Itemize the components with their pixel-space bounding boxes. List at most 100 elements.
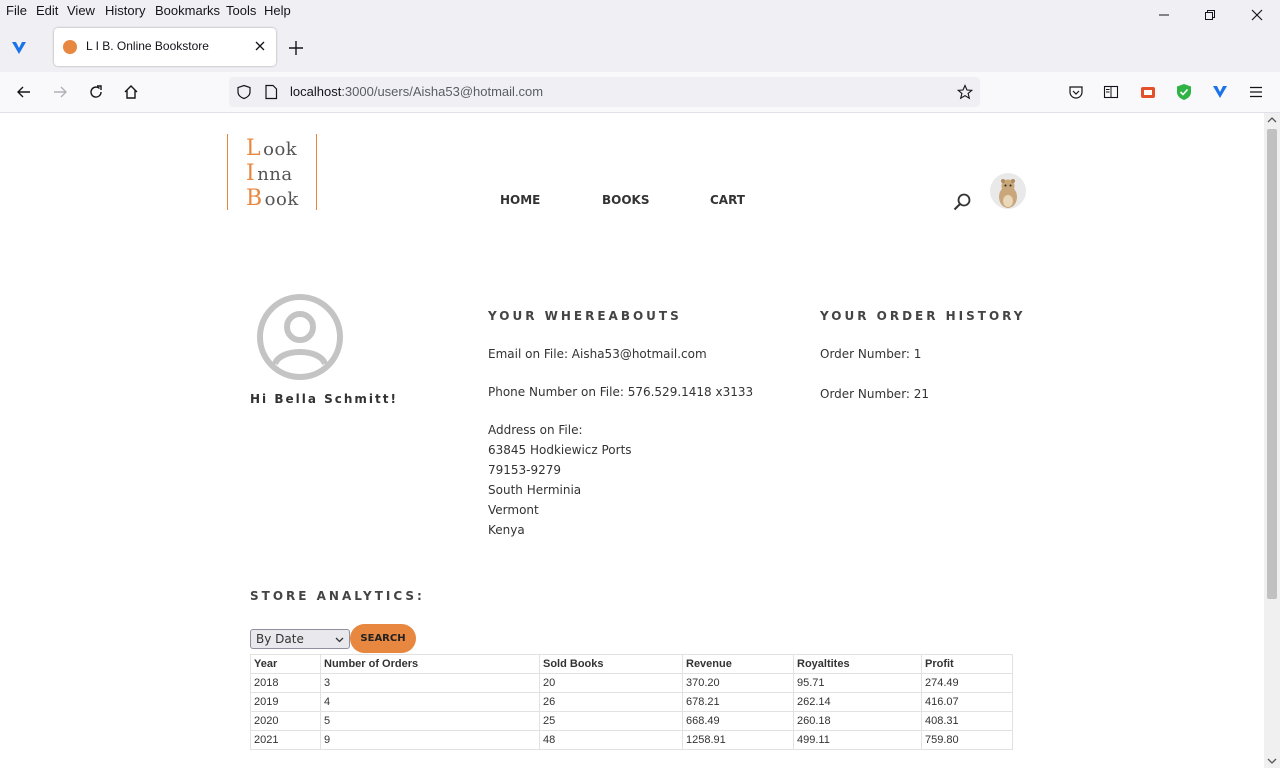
new-tab-icon[interactable] [286,38,306,58]
user-greeting: Hi Bella Schmitt! [250,392,398,406]
nav-books-link[interactable]: BOOKS [602,193,650,207]
navigation-bar: localhost:3000/users/Aisha53@hotmail.com [0,72,1280,113]
hamburger-menu-icon[interactable] [1248,84,1264,100]
column-header: Revenue [682,654,794,674]
restore-icon [1205,10,1215,20]
table-row: 2020 5 25 668.49 260.18 408.31 [250,711,1013,731]
table-cell: 2021 [250,730,321,750]
table-cell: 48 [539,730,683,750]
site-logo[interactable]: Look Inna Book [227,134,317,211]
extension-icon[interactable] [11,41,27,55]
analytics-search-button[interactable]: SEARCH [350,624,416,653]
page-viewport: Look Inna Book HOME BOOKS CART Hi Bella … [0,113,1264,768]
url-text[interactable]: localhost:3000/users/Aisha53@hotmail.com [290,84,543,99]
shield-icon[interactable] [236,84,252,100]
page-icon[interactable] [264,84,278,100]
minimize-icon [1159,14,1169,16]
shield-check-extension-icon[interactable] [1176,83,1192,101]
table-cell: 5 [320,711,540,731]
table-cell: 2020 [250,711,321,731]
address-line: 63845 Hodkiewicz Ports [488,443,632,457]
analytics-table: Year Number of Orders Sold Books Revenue… [250,654,1013,750]
logo-line-look: Look [246,136,297,161]
column-header: Profit [921,654,1013,674]
star-bookmark-icon[interactable] [957,84,973,100]
table-cell: 95.71 [793,673,922,693]
menu-view[interactable]: View [67,3,95,18]
url-path: :3000/users/Aisha53@hotmail.com [341,84,544,99]
table-cell: 9 [320,730,540,750]
logo-cap-b: B [246,186,263,211]
hamster-avatar-icon [999,179,1017,208]
url-host: localhost [290,84,342,99]
chevron-down-icon [335,637,344,643]
column-header: Sold Books [539,654,683,674]
address-line: Kenya [488,523,525,537]
whereabouts-heading: YOUR WHEREABOUTS [488,309,682,323]
menu-edit[interactable]: Edit [36,3,58,18]
bookstore-favicon-icon [63,40,77,54]
tab-bookstore[interactable]: L I B. Online Bookstore [54,28,276,66]
phone-on-file: Phone Number on File: 576.529.1418 x3133 [488,385,754,399]
pocket-icon[interactable] [1068,84,1084,100]
analytics-filter-select[interactable]: By Date [250,629,350,649]
table-cell: 499.11 [793,730,922,750]
order-history-heading: YOUR ORDER HISTORY [820,309,1026,323]
scroll-up-icon[interactable] [1267,116,1277,124]
table-cell: 678.21 [682,692,794,712]
back-button[interactable] [14,82,34,102]
store-analytics-heading: STORE ANALYTICS: [250,589,425,603]
nav-cart-link[interactable]: CART [710,193,745,207]
table-row: 2021 9 48 1258.91 499.11 759.80 [250,730,1013,750]
address-label: Address on File: [488,423,583,437]
menu-help[interactable]: Help [264,3,291,18]
search-icon[interactable] [952,192,972,212]
order-link[interactable]: Order Number: 1 [820,347,921,361]
page-scrollbar[interactable] [1264,113,1280,768]
table-row: 2018 3 20 370.20 95.71 274.49 [250,673,1013,693]
menu-tools[interactable]: Tools [226,3,256,18]
menu-bookmarks[interactable]: Bookmarks [155,3,220,18]
forward-button[interactable] [50,82,70,102]
tab-bar: L I B. Online Bookstore [0,22,1280,72]
logo-rest-look: ook [263,139,298,160]
logo-cap-i: I [246,161,256,186]
analytics-filter-value: By Date [256,632,304,646]
address-line: South Herminia [488,483,582,497]
table-cell: 20 [539,673,683,693]
email-on-file: Email on File: Aisha53@hotmail.com [488,347,707,361]
logo-rest-book: ook [264,189,299,210]
table-cell: 3 [320,673,540,693]
extension-v-icon[interactable] [1212,85,1228,99]
table-cell: 1258.91 [682,730,794,750]
column-header: Year [250,654,321,674]
back-arrow-icon [17,86,30,98]
profile-placeholder-icon [257,294,343,380]
column-header: Royaltites [793,654,922,674]
order-link[interactable]: Order Number: 21 [820,387,929,401]
user-avatar[interactable] [990,173,1026,209]
forward-arrow-icon [54,86,67,98]
url-bar[interactable]: localhost:3000/users/Aisha53@hotmail.com [229,77,980,107]
table-cell: 262.14 [793,692,922,712]
reload-button[interactable] [86,82,106,102]
nav-home-link[interactable]: HOME [500,193,540,207]
menu-file[interactable]: File [6,3,27,18]
close-tab-icon[interactable] [254,40,266,52]
menu-history[interactable]: History [105,3,145,18]
table-cell: 759.80 [921,730,1013,750]
column-header: Number of Orders [320,654,540,674]
logo-line-book: Book [246,186,299,211]
logo-cap-l: L [246,136,262,161]
table-cell: 408.31 [921,711,1013,731]
logo-line-inna: Inna [246,161,293,186]
table-cell: 2018 [250,673,321,693]
home-button[interactable] [121,82,141,102]
table-cell: 26 [539,692,683,712]
table-cell: 370.20 [682,673,794,693]
logo-rest-inna: nna [257,164,293,185]
scroll-down-icon[interactable] [1267,757,1277,765]
reader-view-icon[interactable] [1103,84,1119,100]
scrollbar-thumb[interactable] [1267,129,1277,599]
screenshot-extension-icon[interactable] [1140,84,1156,100]
